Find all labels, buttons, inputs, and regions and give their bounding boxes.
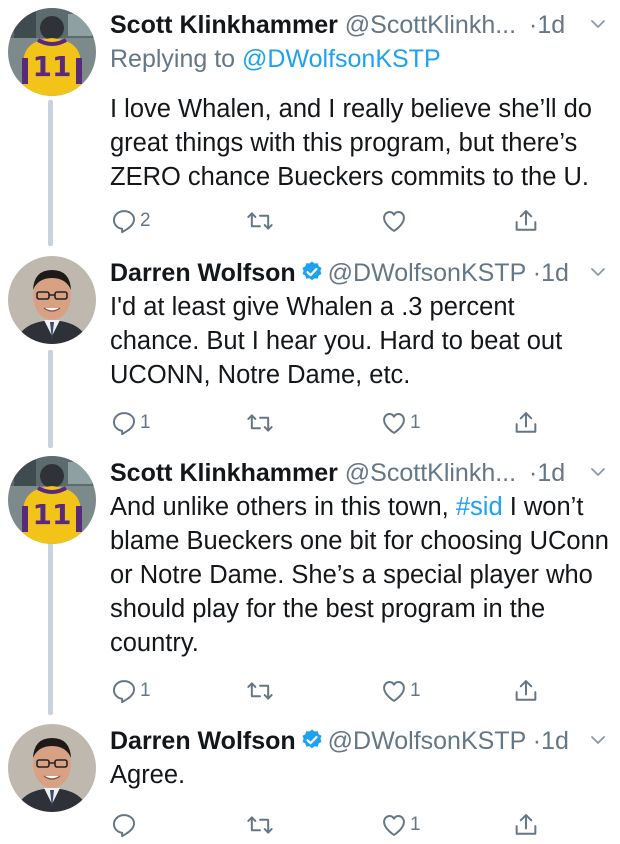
display-name[interactable]: Scott Klinkhammer bbox=[110, 459, 338, 487]
display-name[interactable]: Darren Wolfson bbox=[110, 727, 296, 755]
timestamp[interactable]: 1d bbox=[537, 459, 565, 487]
heart-icon bbox=[380, 409, 408, 437]
reply-icon bbox=[110, 677, 138, 705]
reply-button[interactable]: 1 bbox=[110, 406, 151, 440]
like-button[interactable]: 1 bbox=[380, 674, 421, 708]
chevron-down-icon[interactable] bbox=[586, 728, 610, 752]
tweet-text-part: And unlike others in this town, bbox=[110, 493, 456, 521]
user-handle[interactable]: @ScottKlinkh... bbox=[345, 459, 516, 487]
tweet-actions: 1 bbox=[110, 808, 540, 842]
jersey-number: 11 bbox=[32, 50, 72, 83]
retweet-icon bbox=[246, 677, 274, 705]
user-handle[interactable]: @DWolfsonKSTP bbox=[328, 727, 526, 755]
retweet-button[interactable] bbox=[246, 204, 276, 238]
avatar[interactable]: 11 bbox=[8, 456, 96, 544]
retweet-button[interactable] bbox=[246, 674, 276, 708]
user-handle[interactable]: @DWolfsonKSTP bbox=[328, 259, 526, 287]
reply-count: 2 bbox=[140, 210, 151, 231]
share-button[interactable] bbox=[512, 204, 540, 238]
retweet-icon bbox=[246, 811, 274, 839]
tweet[interactable]: Darren Wolfson @DWolfsonKSTP ·1d I'd at l… bbox=[0, 256, 620, 446]
man-avatar-image bbox=[8, 256, 96, 344]
retweet-button[interactable] bbox=[246, 808, 276, 842]
separator-dot: · bbox=[532, 259, 542, 287]
tweet-text: I'd at least give Whalen a .3 percent ch… bbox=[110, 293, 563, 389]
replying-to-handle[interactable]: @DWolfsonKSTP bbox=[242, 45, 441, 73]
verified-badge-icon bbox=[300, 728, 324, 752]
replying-to-label: Replying to bbox=[110, 45, 243, 73]
retweet-button[interactable] bbox=[246, 406, 276, 440]
timestamp[interactable]: 1d bbox=[537, 11, 565, 39]
reply-count: 1 bbox=[140, 412, 151, 433]
tweet-actions: 2 bbox=[110, 204, 540, 238]
reply-icon bbox=[110, 409, 138, 437]
timestamp[interactable]: 1d bbox=[541, 259, 569, 287]
share-button[interactable] bbox=[512, 406, 540, 440]
share-icon bbox=[512, 207, 540, 235]
verified-badge-icon bbox=[300, 260, 324, 284]
like-button[interactable]: 1 bbox=[380, 406, 421, 440]
chevron-down-icon[interactable] bbox=[586, 12, 610, 36]
avatar[interactable] bbox=[8, 256, 96, 344]
tweet-text: Agree. bbox=[110, 761, 186, 789]
like-button[interactable]: 1 bbox=[380, 808, 421, 842]
like-button[interactable] bbox=[380, 204, 410, 238]
chevron-down-icon[interactable] bbox=[586, 460, 610, 484]
reply-count: 1 bbox=[140, 680, 151, 701]
replying-to: Replying to @DWolfsonKSTP bbox=[110, 42, 441, 76]
separator-dot: · bbox=[532, 727, 542, 755]
tweet-header: Scott Klinkhammer @ScottKlinkh... ·1d bbox=[110, 456, 620, 490]
tweet-header: Darren Wolfson @DWolfsonKSTP ·1d bbox=[110, 724, 620, 758]
retweet-icon bbox=[246, 409, 274, 437]
like-count: 1 bbox=[410, 814, 421, 835]
tweet-text: And unlike others in this town, #sid I w… bbox=[110, 490, 610, 660]
tweet-actions: 1 1 bbox=[110, 674, 540, 708]
reply-button[interactable]: 2 bbox=[110, 204, 151, 238]
retweet-icon bbox=[246, 207, 274, 235]
reply-icon bbox=[110, 207, 138, 235]
tweet-text: I love Whalen, and I really believe she’… bbox=[110, 95, 592, 191]
share-icon bbox=[512, 409, 540, 437]
heart-icon bbox=[380, 811, 408, 839]
tweet-header: Darren Wolfson @DWolfsonKSTP ·1d bbox=[110, 256, 620, 290]
tweet[interactable]: 11 Scott Klinkhammer @ScottKlinkh... ·1d… bbox=[0, 8, 620, 248]
chevron-down-icon[interactable] bbox=[586, 260, 610, 284]
avatar[interactable] bbox=[8, 724, 96, 812]
timestamp[interactable]: 1d bbox=[541, 727, 569, 755]
tweet-header: Scott Klinkhammer @ScottKlinkh... ·1d bbox=[110, 8, 620, 42]
user-handle[interactable]: @ScottKlinkh... bbox=[345, 11, 516, 39]
tweet-actions: 1 1 bbox=[110, 406, 540, 440]
like-count: 1 bbox=[410, 412, 421, 433]
tweet[interactable]: 11 Scott Klinkhammer @ScottKlinkh... ·1d… bbox=[0, 456, 620, 718]
heart-icon bbox=[380, 207, 408, 235]
display-name[interactable]: Scott Klinkhammer bbox=[110, 11, 338, 39]
reply-button[interactable] bbox=[110, 808, 140, 842]
tweet[interactable]: Darren Wolfson @DWolfsonKSTP ·1d Agree. 1 bbox=[0, 724, 620, 842]
display-name[interactable]: Darren Wolfson bbox=[110, 259, 296, 287]
avatar[interactable]: 11 bbox=[8, 8, 96, 96]
reply-button[interactable]: 1 bbox=[110, 674, 151, 708]
share-button[interactable] bbox=[512, 808, 540, 842]
like-count: 1 bbox=[410, 680, 421, 701]
share-icon bbox=[512, 811, 540, 839]
man-avatar-image bbox=[8, 724, 96, 812]
jersey-number: 11 bbox=[32, 498, 72, 531]
hashtag-link[interactable]: #sid bbox=[456, 493, 503, 521]
heart-icon bbox=[380, 677, 408, 705]
share-button[interactable] bbox=[512, 674, 540, 708]
reply-icon bbox=[110, 811, 138, 839]
share-icon bbox=[512, 677, 540, 705]
